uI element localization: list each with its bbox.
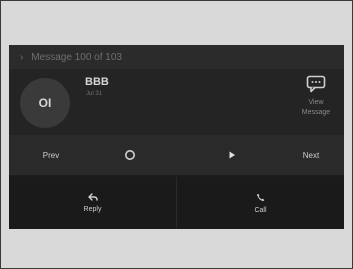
next-label: Next <box>302 150 320 160</box>
action-bar: Reply Call <box>9 177 344 229</box>
circle-icon <box>125 150 135 160</box>
message-header: › Message 100 of 103 <box>9 45 344 69</box>
screen-frame: › Message 100 of 103 OI BBB Jul 31 View <box>0 0 353 269</box>
message-bubble-icon <box>306 75 326 93</box>
phone-icon <box>256 193 265 201</box>
prev-button[interactable]: Prev <box>31 135 71 175</box>
stop-button[interactable] <box>115 135 145 175</box>
contact-name: BBB <box>85 76 109 88</box>
call-button[interactable]: Call <box>176 177 344 229</box>
play-icon <box>229 151 235 159</box>
avatar-initials: OI <box>38 96 52 110</box>
chevron-right-icon[interactable]: › <box>20 52 23 63</box>
avatar: OI <box>20 78 70 128</box>
message-counter: Message 100 of 103 <box>31 51 122 63</box>
next-button[interactable]: Next <box>289 135 333 175</box>
playback-controls: Prev Next <box>9 135 344 175</box>
view-label-line2: Message <box>301 109 331 116</box>
prev-label: Prev <box>42 150 60 160</box>
reply-label: Reply <box>83 206 102 213</box>
view-message-button[interactable]: View Message <box>292 75 340 135</box>
message-screen: › Message 100 of 103 OI BBB Jul 31 View <box>9 45 344 229</box>
contact-panel: OI BBB Jul 31 View Message <box>9 69 344 135</box>
view-label-line1: View <box>308 99 324 106</box>
message-date: Jul 31 <box>86 91 103 97</box>
reply-arrow-icon <box>87 193 98 201</box>
reply-button[interactable]: Reply <box>9 177 176 229</box>
call-label: Call <box>254 206 267 214</box>
play-button[interactable] <box>217 135 247 175</box>
